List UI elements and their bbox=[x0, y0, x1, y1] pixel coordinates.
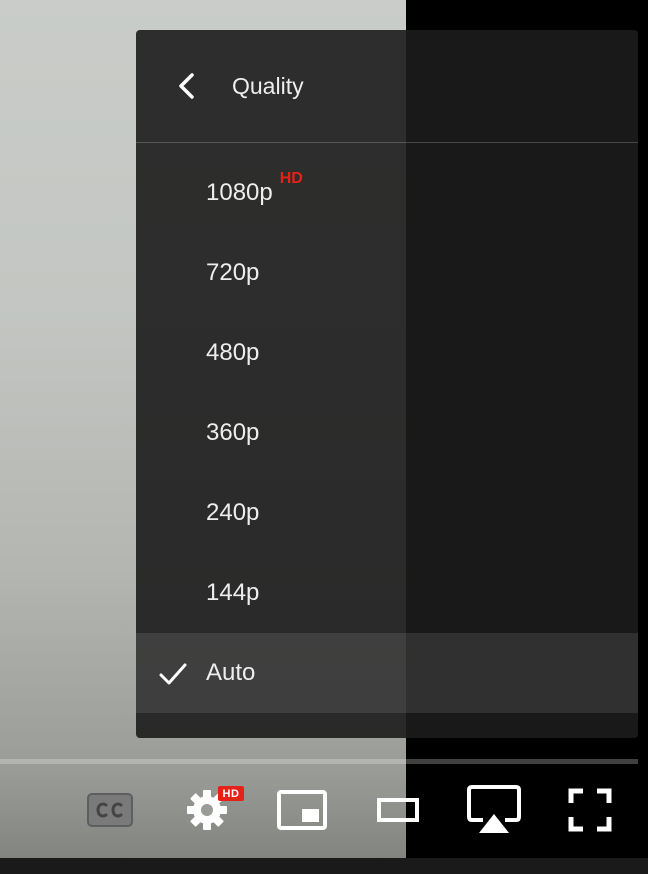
quality-menu-title: Quality bbox=[232, 72, 304, 99]
progress-bar[interactable] bbox=[0, 759, 638, 764]
quality-option-label: 480p bbox=[206, 339, 260, 366]
airplay-icon bbox=[465, 784, 523, 841]
fullscreen-icon bbox=[567, 787, 613, 838]
quality-options: 1080p HD 720p 480p 360p 240p 144p Auto bbox=[136, 143, 638, 713]
player-controls bbox=[0, 772, 648, 852]
checkmark-icon bbox=[158, 659, 188, 689]
quality-menu: Quality 1080p HD 720p 480p 360p 240p 144… bbox=[136, 30, 638, 738]
quality-option-auto[interactable]: Auto bbox=[136, 633, 638, 713]
miniplayer-icon bbox=[276, 789, 328, 836]
quality-option-label: 240p bbox=[206, 499, 260, 526]
subtitles-icon bbox=[86, 792, 134, 833]
theater-mode-icon bbox=[375, 795, 421, 830]
subtitles-button[interactable] bbox=[84, 772, 136, 852]
quality-option-label: 720p bbox=[206, 259, 260, 286]
quality-option-144p[interactable]: 144p bbox=[136, 553, 638, 633]
quality-option-label: 360p bbox=[206, 419, 260, 446]
fullscreen-button[interactable] bbox=[564, 772, 616, 852]
settings-hd-badge: HD bbox=[218, 786, 244, 801]
miniplayer-button[interactable] bbox=[274, 772, 330, 852]
quality-menu-header[interactable]: Quality bbox=[136, 30, 638, 143]
quality-option-label: 144p bbox=[206, 579, 260, 606]
chevron-left-icon[interactable] bbox=[172, 71, 202, 101]
quality-option-240p[interactable]: 240p bbox=[136, 473, 638, 553]
page-bottom-strip bbox=[0, 858, 648, 874]
quality-option-label: Auto bbox=[206, 659, 256, 686]
quality-option-1080p[interactable]: 1080p HD bbox=[136, 153, 638, 233]
quality-option-720p[interactable]: 720p bbox=[136, 233, 638, 313]
settings-button[interactable] bbox=[180, 772, 234, 852]
hd-badge: HD bbox=[279, 170, 303, 187]
quality-option-480p[interactable]: 480p bbox=[136, 313, 638, 393]
quality-option-360p[interactable]: 360p bbox=[136, 393, 638, 473]
airplay-button[interactable] bbox=[462, 772, 526, 852]
quality-option-label: 1080p bbox=[206, 179, 273, 206]
theater-mode-button[interactable] bbox=[372, 772, 424, 852]
